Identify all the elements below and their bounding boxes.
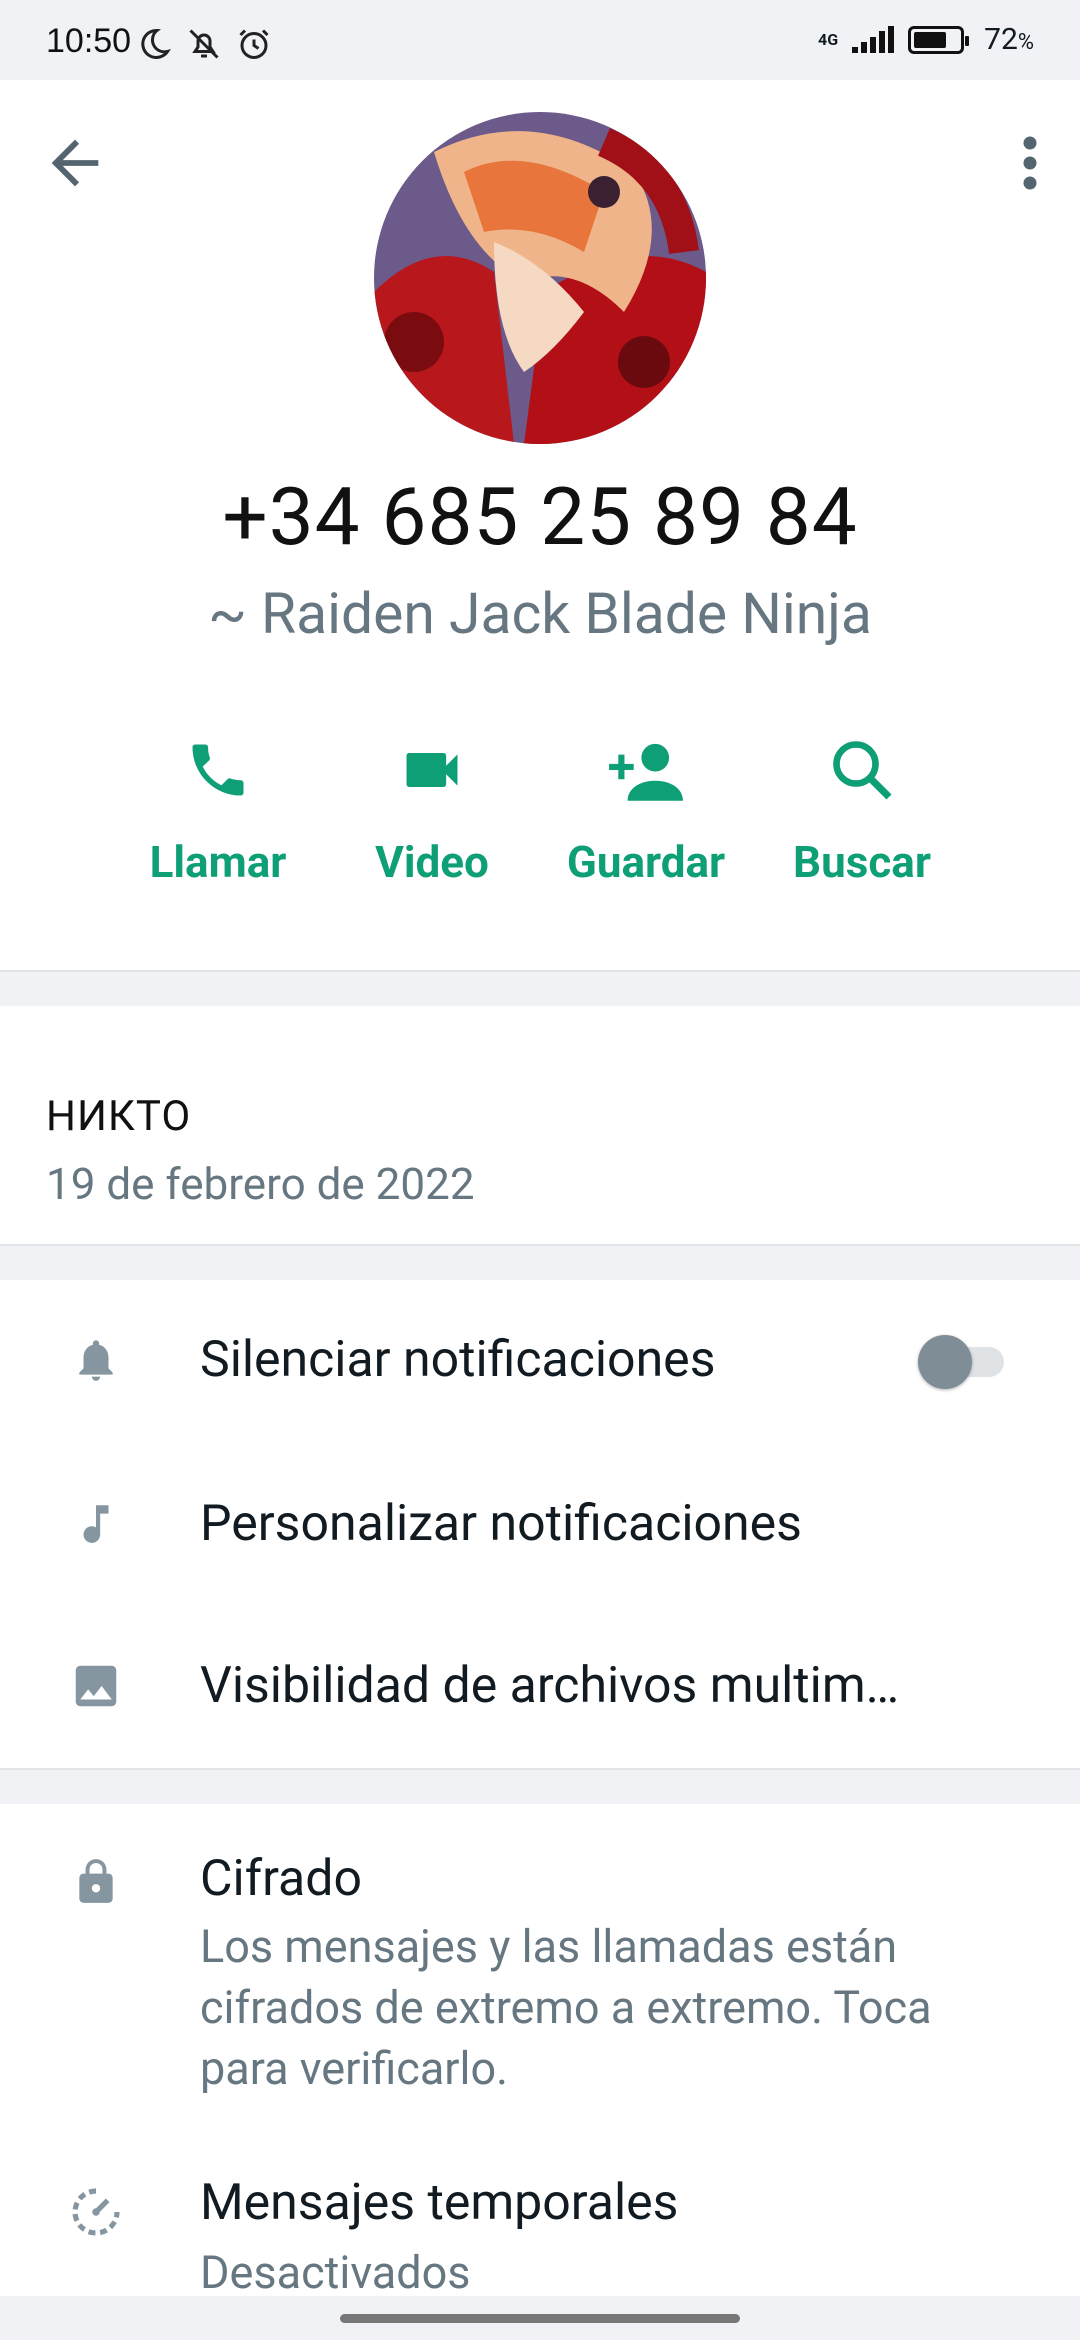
- bell-off-icon: [189, 29, 219, 59]
- contact-phone-number: +34 685 25 89 84: [222, 470, 858, 564]
- signal-icon: [852, 25, 895, 53]
- image-icon: [75, 1665, 117, 1707]
- mute-toggle[interactable]: [918, 1335, 1004, 1389]
- network-label: 4G: [818, 30, 839, 49]
- contact-header: +34 685 25 89 84 ~ Raiden Jack Blade Nin…: [0, 80, 1080, 970]
- contact-push-name: ~ Raiden Jack Blade Ninja: [208, 580, 872, 647]
- action-buttons: Llamar Video Guardar Buscar: [0, 730, 1080, 970]
- navigation-bar: [0, 2296, 1080, 2340]
- add-contact-icon: [609, 743, 683, 801]
- timer-icon: [72, 2188, 120, 2236]
- more-options-button[interactable]: [1000, 128, 1060, 198]
- home-gesture-handle[interactable]: [340, 2314, 740, 2323]
- about-text: НИКТО: [46, 1092, 192, 1141]
- about-date: 19 de febrero de 2022: [46, 1158, 475, 1210]
- section-divider: [0, 1768, 1080, 1804]
- battery-icon: [908, 25, 970, 54]
- moon-icon: [141, 28, 171, 59]
- section-divider: [0, 1244, 1080, 1280]
- status-time: 10:50: [46, 22, 132, 60]
- more-vert-icon: [1023, 136, 1037, 190]
- status-icons: [136, 26, 272, 62]
- status-bar: 10:50 4G 72%: [0, 0, 1080, 80]
- encryption-description: Los mensajes y las llamadas están cifrad…: [200, 1920, 932, 2095]
- mute-notifications-row[interactable]: Silenciar notificaciones: [0, 1280, 1080, 1440]
- back-button[interactable]: [40, 128, 110, 198]
- mute-notifications-label: Silenciar notificaciones: [200, 1331, 716, 1389]
- save-contact-button[interactable]: Guardar: [546, 730, 746, 888]
- status-right: 4G 72%: [818, 22, 1034, 57]
- custom-notifications-label: Personalizar notificaciones: [200, 1495, 802, 1553]
- call-label: Llamar: [149, 836, 287, 888]
- bell-icon: [79, 1340, 113, 1381]
- battery-percent: 72%: [984, 22, 1034, 57]
- call-button[interactable]: Llamar: [118, 730, 318, 888]
- encryption-row[interactable]: Cifrado Los mensajes y las llamadas está…: [0, 1804, 1080, 2124]
- encryption-title: Cifrado: [200, 1850, 362, 1908]
- custom-notifications-row[interactable]: Personalizar notificaciones: [0, 1444, 1080, 1604]
- contact-avatar[interactable]: [374, 112, 706, 444]
- search-label: Buscar: [793, 836, 931, 888]
- search-button[interactable]: Buscar: [762, 730, 962, 888]
- save-label: Guardar: [566, 836, 726, 888]
- about-section[interactable]: НИКТО 19 de febrero de 2022: [0, 1006, 1080, 1246]
- disappearing-messages-status: Desactivados: [200, 2246, 471, 2299]
- disappearing-messages-title: Mensajes temporales: [200, 2174, 679, 2232]
- notification-settings: Silenciar notificaciones Personalizar no…: [0, 1280, 1080, 1768]
- media-visibility-label: Visibilidad de archivos multim…: [200, 1657, 900, 1715]
- security-section: Cifrado Los mensajes y las llamadas está…: [0, 1804, 1080, 2340]
- music-note-icon: [83, 1505, 109, 1543]
- section-divider: [0, 970, 1080, 1006]
- arrow-back-icon: [51, 139, 99, 187]
- media-visibility-row[interactable]: Visibilidad de archivos multim…: [0, 1606, 1080, 1766]
- video-button[interactable]: Video: [332, 730, 532, 888]
- video-icon: [406, 753, 458, 787]
- lock-icon: [79, 1859, 113, 1903]
- phone-icon: [192, 744, 244, 796]
- alarm-icon: [239, 29, 269, 59]
- search-icon: [833, 741, 892, 800]
- video-label: Video: [375, 836, 489, 888]
